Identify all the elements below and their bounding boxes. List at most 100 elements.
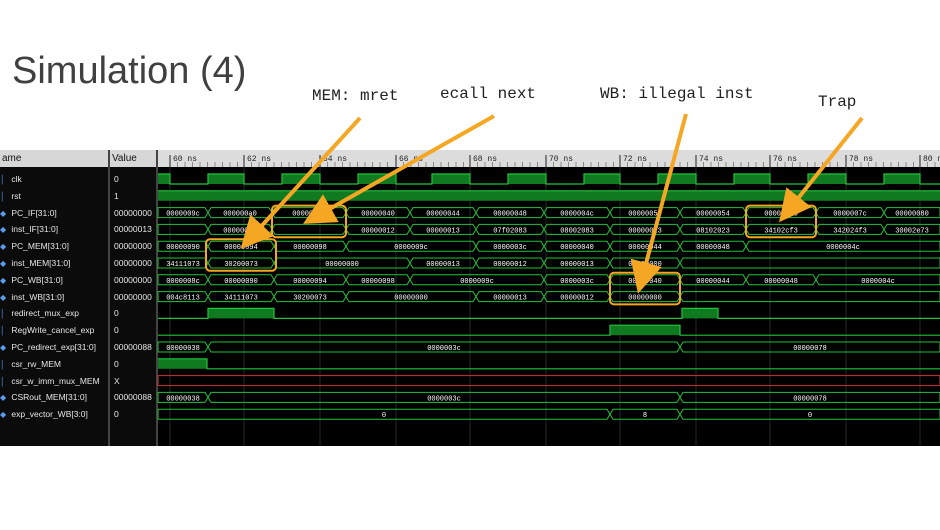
bus-value-label: 00000000 [628,261,662,269]
bit-trace [158,358,940,370]
bus-value-label: 08102023 [696,227,730,235]
waveform-row[interactable]: 004c8113 34111073 30200073 00000000 00000013… [157,291,940,303]
bus-value-label: 00000044 [426,211,460,219]
unknown-value-trace [157,375,940,387]
bus-value-label: 8 [643,412,647,420]
high-level-fill [808,174,846,184]
waveform-window: ame │ clk │ rst ◆ PC_IF[31:0] ◆ inst_IF[31:… [0,150,940,446]
waveform-row[interactable]: 0000009c 000000a0 0000003c 00000040 00000044… [157,207,940,219]
bus-value-label: 08002083 [560,227,594,235]
bus-value-label: 00000013 [426,261,460,269]
bus-value-label: 00000012 [493,261,527,269]
high-level-fill [658,174,696,184]
high-level-fill [208,174,244,184]
bus-value-label: 00000090 [224,278,258,286]
slide-title: Simulation (4) [12,50,247,92]
high-level-fill [610,325,680,336]
bus-value-label: 00000044 [628,244,662,252]
high-level-fill [282,174,320,184]
high-level-fill [508,174,546,184]
bus-value-label: 0000003c [560,278,594,286]
bus-value-label: 34102cf3 [764,227,798,235]
bus-value-label: 00000013 [560,261,594,269]
bus-value-label: 30200073 [224,261,258,269]
bus-value-label: 0000009c [166,211,200,219]
annotation-trap: Trap [818,93,857,111]
annotation-mem-mret: MEM: mret [312,87,399,105]
bus-value-label: 0000007c [833,211,867,219]
waveform-row[interactable] [158,173,940,185]
bus-value-label: 00000000 [394,295,428,303]
bus-value-label: 00000048 [493,211,527,219]
bus-value-label: 00000094 [224,244,258,252]
high-level-fill [158,174,170,184]
waveform-row[interactable] [158,358,940,370]
bus-value-label: 00000048 [764,278,798,286]
bus-value-label: 30002e73 [895,227,929,235]
bus-segment [679,257,940,269]
bus-value-label: 00000013 [493,295,527,303]
bus-value-label: 07f02083 [493,227,527,235]
high-level-fill [584,174,620,184]
high-level-fill [358,174,396,184]
high-level-fill [158,358,207,369]
bus-value-label: 00000044 [696,278,730,286]
bus-segment [157,223,209,235]
bus-value-label: 0000003c [493,244,527,252]
bus-value-label: 34111073 [224,295,258,303]
waveform-row[interactable]: 00000013 00000012 00000013 07f02083 08002083… [157,223,940,235]
annotation-ecall-next: ecall next [440,85,537,103]
bus-value-label: 00000038 [166,345,200,353]
bus-value-label: 0 [382,412,386,420]
waveform-row[interactable] [158,190,940,201]
bus-value-label: 00000000 [628,295,662,303]
bus-value-label: 0000003c [427,345,461,353]
bus-value-label: 342024f3 [833,227,867,235]
waveform-canvas[interactable]: 60 ns 62 ns 64 ns 66 ns 68 ns 70 ns 72 ns 74 ns… [0,150,940,446]
waveform-row[interactable]: 00000038 0000003c 00000078 [157,391,940,403]
waveform-row[interactable]: 0000008c 00000090 00000094 00000098 0000009c… [157,274,940,286]
bus-value-label: 00000094 [293,278,327,286]
waveform-row[interactable]: 0 8 0 [157,408,940,420]
bus-value-label: 0 [808,412,812,420]
bus-value-label: 0000009c [460,278,494,286]
bus-value-label: 00000013 [426,227,460,235]
high-level-fill [734,174,770,184]
bus-value-label: 00000048 [696,244,730,252]
high-level-fill [158,190,940,201]
waveform-row[interactable] [158,307,940,319]
waveform-row[interactable] [158,324,940,336]
bus-value-label: 00000012 [560,295,594,303]
bus-value-label: 004c8113 [166,295,200,303]
bus-value-label: 0000004c [861,278,895,286]
bus-value-label: 00000078 [793,345,827,353]
bus-value-label: 00000078 [793,395,827,403]
bus-value-label: 00000040 [628,278,662,286]
bus-value-label: 00000013 [223,227,257,235]
bus-value-label: 000000a0 [223,211,257,219]
bus-value-label: 0000003c [427,395,461,403]
bus-value-label: 0000009c [394,244,428,252]
bus-value-label: 00000012 [361,227,395,235]
waveform-row[interactable]: 00000038 0000003c 00000078 [157,341,940,353]
bus-segment [679,291,940,303]
annotation-wb-illegal-inst: WB: illegal inst [600,85,754,103]
bus-value-label: 00000050 [628,211,662,219]
bus-value-label: 00000090 [166,244,200,252]
bus-value-label: 0000008c [166,278,200,286]
bus-value-label: 30200073 [293,295,327,303]
bit-trace [158,324,940,336]
bus-value-label: 00000080 [895,211,929,219]
bus-value-label: 00000038 [166,395,200,403]
high-level-fill [432,174,470,184]
bus-value-label: 00000098 [361,278,395,286]
bus-value-label: 0000004c [560,211,594,219]
bus-value-label: 0000004c [826,244,860,252]
bus-value-label: 00000040 [560,244,594,252]
waveform-row[interactable] [157,375,940,387]
bus-value-label: 00000013 [628,227,662,235]
bus-value-label: 00000078 [764,211,798,219]
bus-value-label: 34111073 [166,261,200,269]
high-level-fill [682,308,718,319]
bus-segment [271,223,347,235]
